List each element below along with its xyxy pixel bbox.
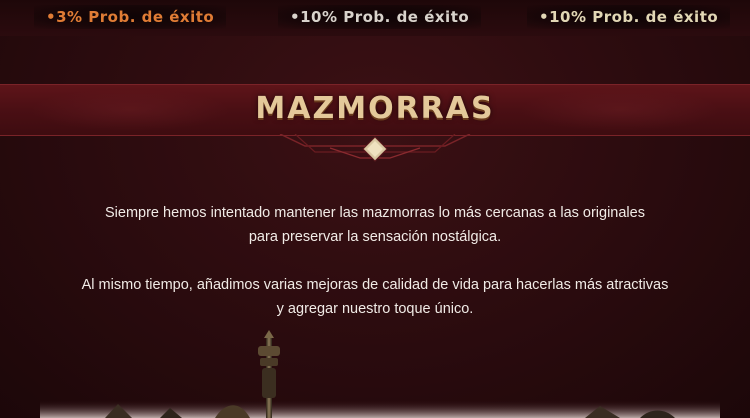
section-banner: MAZMORRAS bbox=[0, 84, 750, 136]
description-line: para preservar la sensación nostálgica. bbox=[248, 229, 502, 245]
description-paragraph-2: Al mismo tiempo, añadimos varias mejoras… bbox=[0, 273, 750, 321]
diamond-ornament-icon bbox=[279, 134, 471, 162]
success-chance-3: •10% Prob. de éxito bbox=[527, 5, 731, 29]
success-chance-2: •10% Prob. de éxito bbox=[278, 5, 482, 29]
success-chance-strip: •3% Prob. de éxito •10% Prob. de éxito •… bbox=[0, 0, 750, 36]
success-chance-1: •3% Prob. de éxito bbox=[34, 5, 227, 29]
section-title: MAZMORRAS bbox=[255, 91, 495, 126]
page-background: •3% Prob. de éxito •10% Prob. de éxito •… bbox=[0, 0, 750, 418]
dungeon-artwork bbox=[40, 330, 720, 418]
description-paragraph-1: Siempre hemos intentado mantener las maz… bbox=[0, 201, 750, 249]
description-line: y agregar nuestro toque único. bbox=[276, 301, 474, 317]
description-line: Al mismo tiempo, añadimos varias mejoras… bbox=[81, 277, 669, 293]
description-line: Siempre hemos intentado mantener las maz… bbox=[105, 205, 645, 221]
